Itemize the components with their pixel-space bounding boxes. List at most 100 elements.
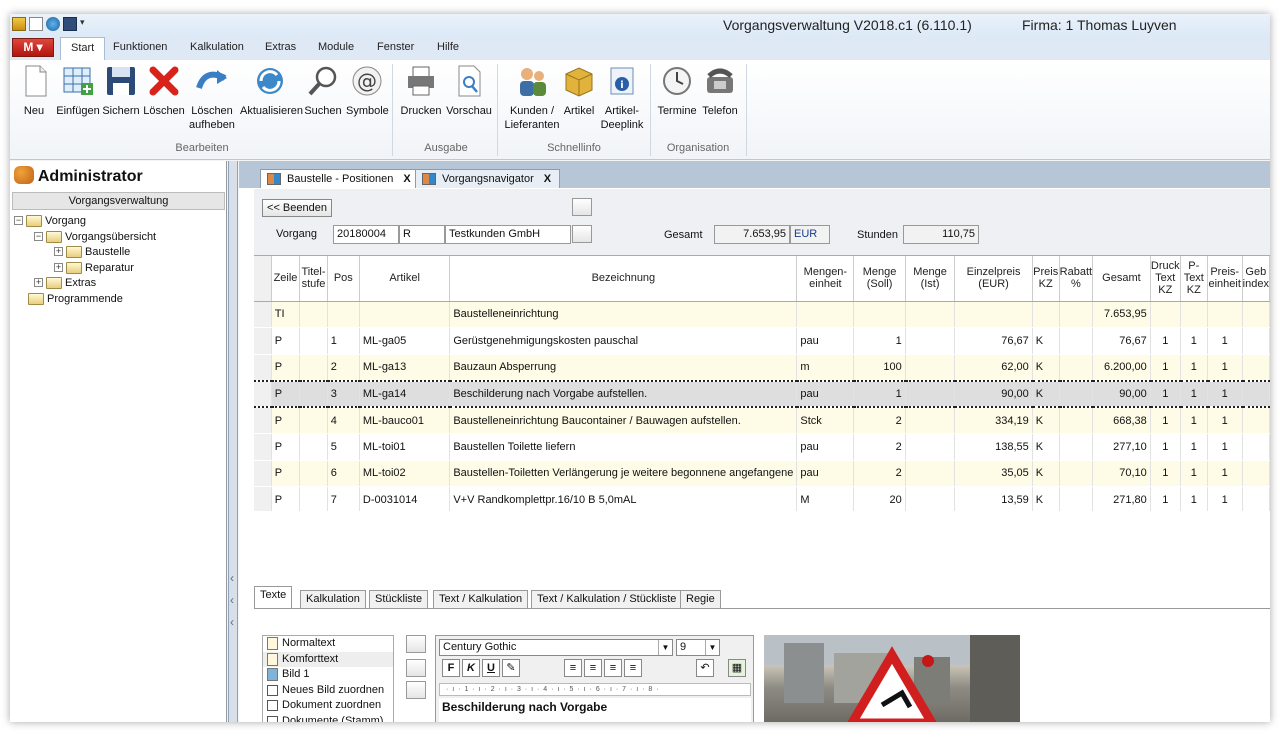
justify-icon[interactable]: ≡: [624, 659, 642, 677]
cell-gesamt[interactable]: 6.200,00: [1092, 354, 1151, 381]
cell-preis[interactable]: 334,19: [954, 407, 1033, 434]
cell-titel[interactable]: [299, 327, 328, 355]
cell-pe[interactable]: 1: [1207, 486, 1243, 511]
bold-button[interactable]: F: [442, 659, 460, 677]
cell-ptext[interactable]: [1180, 301, 1208, 328]
qat-dropdown-icon[interactable]: ▾: [80, 17, 88, 31]
cell-rabatt[interactable]: [1059, 460, 1094, 487]
customer-field[interactable]: Testkunden GmbH: [445, 225, 571, 244]
cell-zeile[interactable]: P: [271, 460, 301, 487]
collapse-arrow-icon[interactable]: ‹: [230, 593, 234, 607]
cell-gesamt[interactable]: 70,10: [1092, 460, 1151, 487]
cell-kz[interactable]: K: [1032, 379, 1060, 408]
cell-einheit[interactable]: pau: [796, 433, 855, 461]
tree-node-baustelle[interactable]: + Baustelle: [54, 244, 130, 259]
cell-titel[interactable]: [299, 407, 328, 434]
tab-fenster[interactable]: Fenster: [377, 41, 414, 53]
insert-table-icon[interactable]: ▦: [728, 659, 746, 677]
app-menu-button[interactable]: M ▾: [12, 38, 54, 57]
delete-button[interactable]: Löschen: [143, 64, 185, 118]
cell-artikel[interactable]: [359, 301, 451, 328]
cell-kz[interactable]: K: [1032, 433, 1060, 461]
cell-artikel[interactable]: ML-ga14: [359, 379, 451, 408]
tab-vorgangsnavigator[interactable]: Vorgangsnavigator X: [415, 169, 561, 188]
font-select[interactable]: Century Gothic ▼: [439, 639, 673, 656]
tab-kalkulation[interactable]: Kalkulation: [190, 41, 244, 53]
cell-gesamt[interactable]: 277,10: [1092, 433, 1151, 461]
cell-soll[interactable]: 100: [853, 354, 906, 381]
table-row[interactable]: P 3 ML-ga14 Beschilderung nach Vorgabe aufs…: [254, 379, 1270, 408]
cell-zeile[interactable]: P: [271, 379, 301, 408]
cell-geb[interactable]: [1242, 379, 1270, 408]
tab-funktionen[interactable]: Funktionen: [113, 41, 167, 53]
cell-rabatt[interactable]: [1059, 486, 1094, 511]
col-einzelpreis[interactable]: Einzelpreis (EUR): [954, 256, 1033, 302]
cell-einheit[interactable]: [796, 301, 855, 328]
cell-preis[interactable]: 90,00: [954, 379, 1033, 408]
editor-content[interactable]: Beschilderung nach Vorgabe: [439, 698, 751, 722]
tree-node-vorgang[interactable]: − Vorgang: [14, 213, 86, 228]
checkbox[interactable]: [267, 700, 278, 712]
tab-module[interactable]: Module: [318, 41, 354, 53]
appointments-button[interactable]: Termine: [656, 64, 698, 118]
cell-zeile[interactable]: TI: [271, 301, 301, 328]
cell-kz[interactable]: K: [1032, 407, 1060, 434]
cell-geb[interactable]: [1242, 460, 1270, 487]
cell-bez[interactable]: Baustelleneinrichtung Baucontainer / Bau…: [449, 407, 798, 434]
col-preiseinheit[interactable]: Preis-einheit: [1207, 256, 1243, 302]
tab-regie[interactable]: Regie: [680, 590, 721, 609]
cell-soll[interactable]: 2: [853, 460, 906, 487]
cell-kz[interactable]: K: [1032, 327, 1060, 355]
cell-rabatt[interactable]: [1059, 354, 1094, 381]
cell-soll[interactable]: 1: [853, 379, 906, 408]
cell-einheit[interactable]: M: [796, 486, 855, 511]
section-header[interactable]: Vorgangsverwaltung: [12, 192, 225, 210]
checkbox[interactable]: [267, 715, 278, 722]
collapse-arrow-icon[interactable]: ‹: [230, 571, 234, 585]
list-item[interactable]: Komforttext: [263, 651, 393, 667]
cell-gesamt[interactable]: 90,00: [1092, 379, 1151, 408]
cell-geb[interactable]: [1242, 433, 1270, 461]
cell-ptext[interactable]: 1: [1180, 327, 1208, 355]
table-row[interactable]: P 6 ML-toi02 Baustellen-Toiletten Verlänger…: [254, 460, 1270, 487]
cell-druck[interactable]: [1150, 301, 1181, 328]
undelete-button[interactable]: Löschen aufheben: [188, 64, 236, 132]
cell-ist[interactable]: [905, 301, 956, 328]
row-selector[interactable]: [254, 379, 272, 408]
tree-node-extras[interactable]: + Extras: [34, 275, 96, 290]
cell-druck[interactable]: 1: [1150, 379, 1181, 408]
expand-icon[interactable]: +: [54, 263, 63, 272]
col-zeile[interactable]: Zeile: [271, 256, 301, 302]
cell-druck[interactable]: 1: [1150, 354, 1181, 381]
cell-artikel[interactable]: ML-bauco01: [359, 407, 451, 434]
back-button[interactable]: << Beenden: [262, 199, 332, 217]
tree-node-programmende[interactable]: Programmende: [28, 291, 123, 306]
cell-rabatt[interactable]: [1059, 379, 1094, 408]
undo-icon[interactable]: ↶: [696, 659, 714, 677]
cell-preis[interactable]: 62,00: [954, 354, 1033, 381]
cell-druck[interactable]: 1: [1150, 327, 1181, 355]
table-row[interactable]: P 7 D-0031014 V+V Randkomplettpr.16/10 B 5,…: [254, 486, 1270, 511]
cell-pe[interactable]: 1: [1207, 433, 1243, 461]
tab-texte[interactable]: Texte: [254, 586, 293, 609]
cell-bez[interactable]: Baustellen Toilette liefern: [449, 433, 798, 461]
col-titelstufe[interactable]: Titel-stufe: [299, 256, 328, 302]
row-selector[interactable]: [254, 301, 272, 328]
col-druck-text-kz[interactable]: Druck Text KZ: [1150, 256, 1181, 302]
customers-button[interactable]: Kunden / Lieferanten: [504, 64, 560, 132]
cell-druck[interactable]: 1: [1150, 407, 1181, 434]
tab-stueckliste[interactable]: Stückliste: [369, 590, 429, 609]
table-row[interactable]: P 1 ML-ga05 Gerüstgenehmigungskosten pausch…: [254, 327, 1270, 355]
cell-ptext[interactable]: 1: [1180, 433, 1208, 461]
pane-splitter[interactable]: ‹ ‹ ‹: [228, 161, 238, 722]
close-tab-icon[interactable]: X: [544, 173, 551, 185]
insert-button[interactable]: Einfügen: [54, 64, 102, 118]
chevron-down-icon[interactable]: ▼: [658, 640, 672, 655]
cell-titel[interactable]: [299, 433, 328, 461]
cell-artikel[interactable]: ML-ga05: [359, 327, 451, 355]
align-left-icon[interactable]: ≡: [564, 659, 582, 677]
cell-preis[interactable]: 76,67: [954, 327, 1033, 355]
positions-grid[interactable]: Zeile Titel-stufe Pos Artikel Bezeichnun…: [254, 255, 1270, 511]
add-text-icon[interactable]: [406, 659, 426, 677]
tab-text-kalkulation[interactable]: Text / Kalkulation: [433, 590, 529, 609]
